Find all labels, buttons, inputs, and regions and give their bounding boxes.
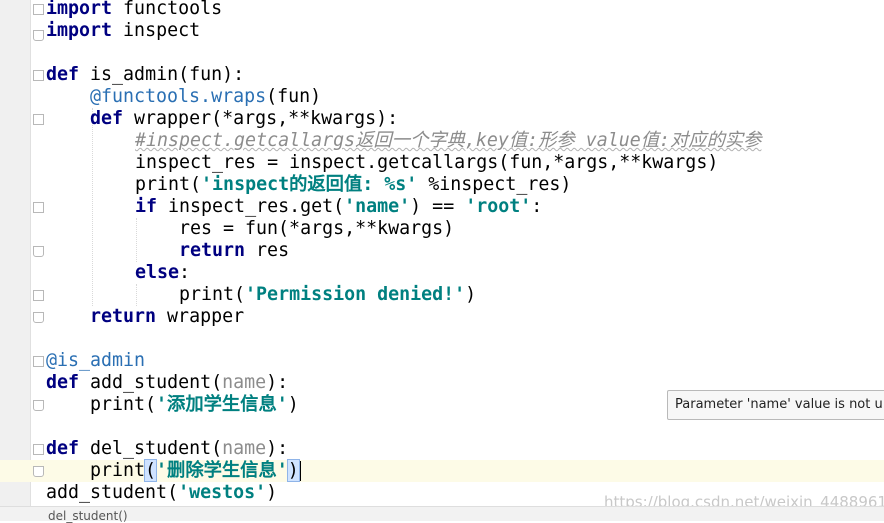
keyword: import [46, 0, 113, 19]
indent-guide [136, 218, 138, 262]
fold-end-marker[interactable] [33, 466, 44, 477]
code-text: print( [135, 174, 202, 195]
code-line-7[interactable]: #inspect.getcallargs返回一个字典,key值:形参 value… [135, 130, 761, 152]
decorator: @is_admin [46, 350, 146, 371]
code-text: del_student( [79, 438, 223, 459]
string-literal: 'inspect的返回值: %s' [201, 174, 418, 195]
code-text: print( [179, 284, 246, 305]
keyword: if [135, 196, 158, 217]
code-line-6[interactable]: def wrapper(*args,**kwargs): [90, 108, 398, 130]
inspection-tooltip: Parameter 'name' value is not u [667, 390, 884, 420]
keyword: def [46, 372, 80, 393]
code-line-9[interactable]: print('inspect的返回值: %s' %inspect_res) [135, 174, 571, 196]
code-line-5[interactable]: @functools.wraps(fun) [90, 86, 321, 108]
code-text: res [245, 240, 290, 261]
fold-end-marker[interactable] [33, 246, 44, 257]
breadcrumb-item[interactable]: del_student() [48, 509, 128, 523]
code-text: inspect [112, 20, 201, 41]
code-text: inspect_res = inspect.getcallargs(fun,*a… [135, 152, 719, 173]
text-caret [298, 461, 301, 481]
code-line-17[interactable]: @is_admin [46, 350, 145, 372]
unused-parameter: name [222, 372, 267, 393]
keyword: return [90, 306, 157, 327]
code-text: %inspect_res) [417, 174, 572, 195]
code-line-11[interactable]: res = fun(*args,**kwargs) [179, 218, 454, 240]
fold-end-marker[interactable] [33, 400, 44, 411]
fold-marker[interactable] [33, 114, 44, 125]
string-literal: '删除学生信息' [156, 460, 288, 481]
tooltip-text: Parameter 'name' value is not u [675, 397, 883, 412]
matched-bracket: ) [286, 459, 300, 482]
string-literal: 'westos' [178, 482, 267, 503]
code-text: ): [266, 438, 289, 459]
indent-guide [92, 108, 94, 306]
code-line-14[interactable]: print('Permission denied!') [179, 284, 476, 306]
string-literal: 'name' [344, 196, 411, 217]
keyword: else [135, 262, 180, 283]
code-text: wrapper [156, 306, 245, 327]
code-text: ) [465, 284, 477, 305]
code-line-2[interactable]: import inspect [46, 20, 200, 42]
code-line-15[interactable]: return wrapper [90, 306, 244, 328]
fold-marker[interactable] [33, 444, 44, 455]
code-text: add_student( [46, 482, 179, 503]
code-line-19[interactable]: print('添加学生信息') [90, 394, 299, 416]
code-text: ) == [410, 196, 466, 217]
string-literal: '添加学生信息' [156, 394, 288, 415]
fold-marker[interactable] [33, 290, 44, 301]
keyword: def [46, 64, 80, 85]
unused-parameter: name [222, 438, 267, 459]
code-line-22[interactable]: print('删除学生信息') [90, 459, 301, 482]
code-text: inspect_res.get( [157, 196, 345, 217]
fold-marker[interactable] [33, 202, 44, 213]
fold-marker[interactable] [33, 70, 44, 81]
fold-marker[interactable] [33, 4, 44, 15]
code-text: res = fun(*args,**kwargs) [179, 218, 455, 239]
code-text: : [531, 196, 543, 217]
code-line-23[interactable]: add_student('westos') [46, 482, 277, 504]
keyword: return [179, 240, 246, 261]
code-text: is_admin(fun): [79, 64, 245, 85]
code-text: functools [112, 0, 223, 19]
code-line-13[interactable]: else: [135, 262, 190, 284]
code-line-4[interactable]: def is_admin(fun): [46, 64, 244, 86]
code-line-21[interactable]: def del_student(name): [46, 438, 288, 460]
breadcrumb-bar[interactable]: del_student() [0, 506, 884, 523]
code-line-1[interactable]: import functools [46, 0, 222, 20]
code-editor[interactable]: import functools import inspect def is_a… [0, 0, 884, 520]
code-text: wrapper(*args,**kwargs): [123, 108, 399, 129]
fold-marker[interactable] [33, 356, 44, 367]
code-line-18[interactable]: def add_student(name): [46, 372, 288, 394]
keyword: import [46, 20, 113, 41]
code-text: ) [287, 394, 299, 415]
code-line-12[interactable]: return res [179, 240, 289, 262]
code-text: : [179, 262, 191, 283]
code-text: add_student( [79, 372, 223, 393]
code-line-10[interactable]: if inspect_res.get('name') == 'root': [135, 196, 542, 218]
code-text: ) [266, 482, 278, 503]
string-literal: 'root' [465, 196, 532, 217]
code-text: print [90, 460, 146, 481]
fold-end-marker[interactable] [33, 30, 44, 41]
matched-bracket: ( [144, 459, 158, 482]
indent-guide [136, 284, 138, 306]
keyword: def [46, 438, 80, 459]
code-text: (fun) [266, 86, 322, 107]
fold-end-marker[interactable] [33, 312, 44, 323]
code-text: print( [90, 394, 157, 415]
string-literal: 'Permission denied!' [245, 284, 466, 305]
keyword: def [90, 108, 124, 129]
code-line-8[interactable]: inspect_res = inspect.getcallargs(fun,*a… [135, 152, 718, 174]
code-comment: #inspect.getcallargs返回一个字典,key值:形参 value… [135, 130, 762, 151]
code-text: ): [266, 372, 289, 393]
decorator: @functools.wraps [90, 86, 267, 107]
